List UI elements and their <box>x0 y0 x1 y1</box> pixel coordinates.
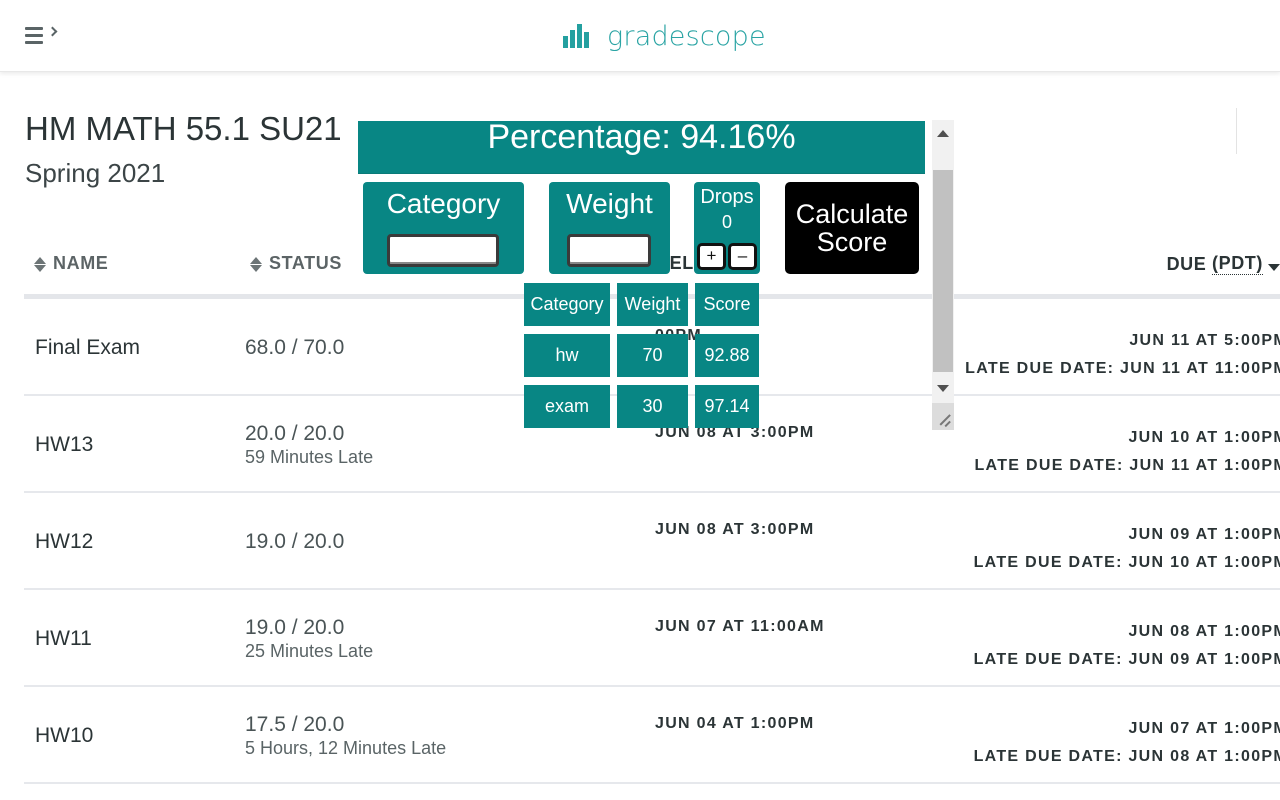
calculate-label-line2: Score <box>816 227 888 257</box>
category-label: Category <box>386 188 501 219</box>
menu-bar <box>25 34 43 37</box>
assignment-status: 17.5 / 20.0 5 Hours, 12 Minutes Late <box>245 687 446 784</box>
drops-value: 0 <box>721 212 732 232</box>
due-date: JUN 07 AT 1:00PM LATE DUE DATE: JUN 08 A… <box>974 715 1280 771</box>
drops-increment-button[interactable]: + <box>697 243 726 270</box>
released-date: JUN 04 AT 1:00PM <box>655 715 815 732</box>
scroll-down-arrow-icon[interactable] <box>932 376 954 400</box>
column-header-due[interactable]: DUE (PDT) <box>1166 253 1280 275</box>
assignment-status: 19.0 / 20.0 <box>245 493 344 590</box>
due-date-value: JUN 10 AT 1:00PM <box>1128 429 1280 446</box>
column-header-due-label: DUE <box>1166 253 1207 274</box>
column-header-status-label: STATUS <box>269 253 342 273</box>
due-date-value: JUN 11 AT 5:00PM <box>1129 332 1280 349</box>
late-note: 59 Minutes Late <box>245 446 374 467</box>
drops-label: Drops <box>700 186 754 208</box>
due-date: JUN 11 AT 5:00PM LATE DUE DATE: JUN 11 A… <box>965 327 1280 383</box>
timezone-label: (PDT) <box>1212 253 1263 275</box>
assignment-status: 20.0 / 20.0 59 Minutes Late <box>245 396 373 493</box>
results-cell-score: 97.14 <box>695 385 759 428</box>
grade-calculator-panel: Percentage: 94.16% Category Weight Drops… <box>357 120 954 430</box>
assignment-name[interactable]: HW11 <box>35 590 92 687</box>
sort-desc-icon <box>1268 263 1280 271</box>
weight-field-group: Weight <box>549 182 670 274</box>
results-cell-weight: 70 <box>617 334 688 377</box>
results-header-score: Score <box>695 283 759 326</box>
due-date-value: JUN 08 AT 1:00PM <box>1128 623 1280 640</box>
top-nav: gradescope <box>0 0 1280 72</box>
category-input[interactable] <box>387 234 499 267</box>
assignment-status: 19.0 / 20.0 25 Minutes Late <box>245 590 373 687</box>
course-title: HM MATH 55.1 SU21 <box>25 110 342 147</box>
late-due-date: LATE DUE DATE: JUN 10 AT 1:00PM <box>973 554 1280 571</box>
due-date: JUN 10 AT 1:00PM LATE DUE DATE: JUN 11 A… <box>974 424 1280 480</box>
released-date: JUN 08 AT 3:00PM <box>655 521 815 538</box>
calculate-score-label: Calculate Score <box>796 200 909 256</box>
due-date: JUN 08 AT 1:00PM LATE DUE DATE: JUN 09 A… <box>974 618 1280 674</box>
brand-name: gradescope <box>607 20 766 52</box>
assignment-name[interactable]: Final Exam <box>35 299 140 396</box>
assignment-name[interactable]: HW10 <box>35 687 93 784</box>
gradescope-logo[interactable]: gradescope <box>563 18 766 54</box>
results-header-category: Category <box>524 283 610 326</box>
assignment-status: 68.0 / 70.0 <box>245 299 344 396</box>
assignment-score: 17.5 / 20.0 <box>245 712 345 736</box>
weight-label: Weight <box>566 188 653 219</box>
due-date-value: JUN 07 AT 1:00PM <box>1128 720 1280 737</box>
category-field-group: Category <box>363 182 524 274</box>
table-row[interactable]: HW12 19.0 / 20.0 JUN 08 AT 3:00PM JUN 09… <box>24 493 1280 590</box>
menu-bar <box>25 41 43 44</box>
late-note: 5 Hours, 12 Minutes Late <box>245 737 447 758</box>
results-cell-category: exam <box>524 385 610 428</box>
assignment-score: 20.0 / 20.0 <box>245 421 345 445</box>
column-header-status[interactable]: STATUS <box>250 253 342 274</box>
results-cell-weight: 30 <box>617 385 688 428</box>
percentage-display: Percentage: 94.16% <box>358 120 925 174</box>
drops-field-group: Drops 0 + – <box>694 182 760 274</box>
released-date: JUN 07 AT 11:00AM <box>655 618 825 635</box>
column-header-name[interactable]: NAME <box>34 253 108 274</box>
assignment-score: 19.0 / 20.0 <box>245 529 345 553</box>
late-due-date: LATE DUE DATE: JUN 08 AT 1:00PM <box>973 748 1280 765</box>
panel-scrollbar[interactable] <box>932 120 954 430</box>
sort-icon <box>34 255 46 273</box>
scrollbar-thumb[interactable] <box>933 170 953 372</box>
results-cell-category: hw <box>524 334 610 377</box>
calculate-score-button[interactable]: Calculate Score <box>785 182 919 274</box>
assignment-name[interactable]: HW13 <box>35 396 93 493</box>
late-due-date: LATE DUE DATE: JUN 09 AT 1:00PM <box>973 651 1280 668</box>
late-due-date: LATE DUE DATE: JUN 11 AT 11:00PM <box>965 360 1280 377</box>
weight-input[interactable] <box>567 234 651 267</box>
due-date: JUN 09 AT 1:00PM LATE DUE DATE: JUN 10 A… <box>974 521 1280 577</box>
late-note: 25 Minutes Late <box>245 640 374 661</box>
column-header-name-label: NAME <box>53 253 109 273</box>
table-row[interactable]: HW11 19.0 / 20.0 25 Minutes Late JUN 07 … <box>24 590 1280 687</box>
results-header-weight: Weight <box>617 283 688 326</box>
calculate-label-line1: Calculate <box>795 199 909 229</box>
chevron-right-icon <box>47 26 58 37</box>
sort-icon <box>250 255 262 273</box>
bar-chart-logo-icon <box>563 24 589 48</box>
hamburger-expand-icon[interactable] <box>24 24 60 48</box>
due-date-value: JUN 09 AT 1:00PM <box>1128 526 1280 543</box>
course-term: Spring 2021 <box>25 158 166 188</box>
resize-handle-icon[interactable] <box>932 403 954 430</box>
assignment-score: 19.0 / 20.0 <box>245 615 345 639</box>
results-cell-score: 92.88 <box>695 334 759 377</box>
assignment-score: 68.0 / 70.0 <box>245 335 345 359</box>
scroll-up-arrow-icon[interactable] <box>932 122 954 146</box>
assignment-name[interactable]: HW12 <box>35 493 93 590</box>
drops-decrement-button[interactable]: – <box>728 243 757 270</box>
divider <box>1236 108 1237 154</box>
menu-bar <box>25 27 43 30</box>
table-row[interactable]: HW10 17.5 / 20.0 5 Hours, 12 Minutes Lat… <box>24 687 1280 784</box>
late-due-date: LATE DUE DATE: JUN 11 AT 1:00PM <box>974 457 1280 474</box>
